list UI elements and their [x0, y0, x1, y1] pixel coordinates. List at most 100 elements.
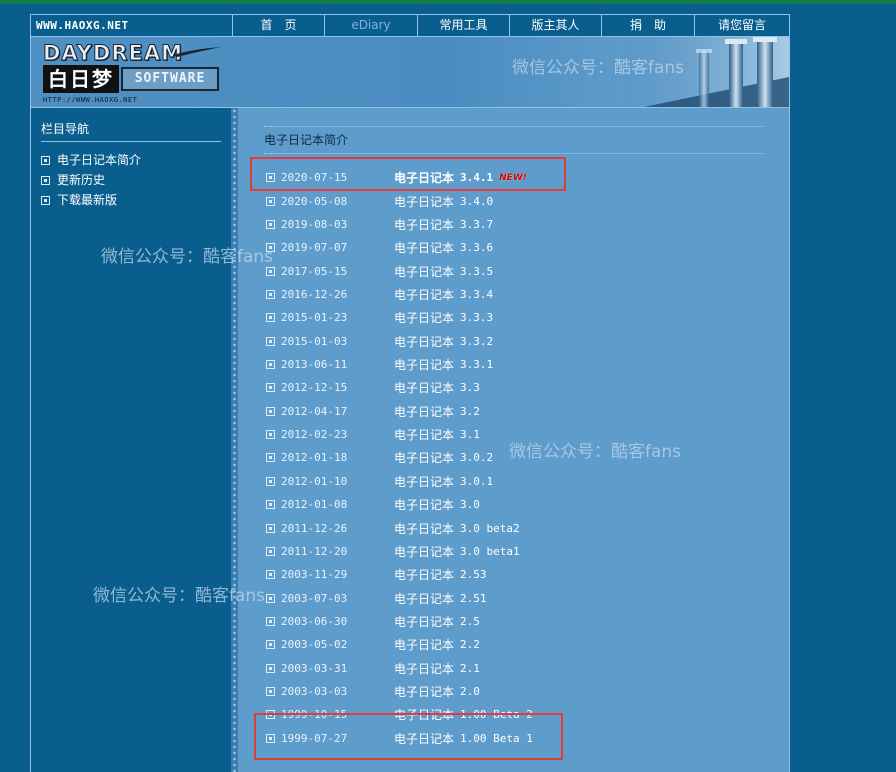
version-product-name[interactable]: 电子日记本	[394, 426, 454, 443]
version-product-name[interactable]: 电子日记本	[394, 379, 454, 396]
version-row[interactable]: 2019-07-07 电子日记本 3.3.6	[266, 236, 533, 259]
version-product-name[interactable]: 电子日记本	[394, 473, 454, 490]
version-number[interactable]: 2.5	[460, 615, 480, 628]
version-row[interactable]: 2016-12-26 电子日记本 3.3.4	[266, 283, 533, 306]
version-row[interactable]: 2012-02-23 电子日记本 3.1	[266, 423, 533, 446]
version-row[interactable]: 2012-01-10 电子日记本 3.0.1	[266, 470, 533, 493]
version-number[interactable]: 2.1	[460, 662, 480, 675]
version-product-name[interactable]: 电子日记本	[394, 333, 454, 350]
version-number[interactable]: 3.3.6	[460, 241, 493, 254]
version-product-name[interactable]: 电子日记本	[394, 193, 454, 210]
version-product-name[interactable]: 电子日记本	[394, 730, 454, 747]
square-bullet-icon	[266, 687, 275, 697]
nav-tools[interactable]: 常用工具	[418, 15, 510, 36]
sidebar-item-label: 电子日记本简介	[57, 153, 142, 167]
version-number[interactable]: 3.2	[460, 405, 480, 418]
version-number[interactable]: 3.0.1	[460, 475, 493, 488]
version-product-name[interactable]: 电子日记本	[394, 169, 454, 186]
version-row[interactable]: 2012-01-18 电子日记本 3.0.2	[266, 446, 533, 469]
version-product-name[interactable]: 电子日记本	[394, 263, 454, 280]
version-product-name[interactable]: 电子日记本	[394, 543, 454, 560]
square-bullet-icon	[266, 710, 275, 720]
version-product-name[interactable]: 电子日记本	[394, 286, 454, 303]
version-product-name[interactable]: 电子日记本	[394, 496, 454, 513]
version-product-name[interactable]: 电子日记本	[394, 356, 454, 373]
square-bullet-icon	[266, 476, 275, 486]
version-product-name[interactable]: 电子日记本	[394, 216, 454, 233]
version-date: 2003-11-29	[281, 568, 348, 582]
square-bullet-icon	[266, 313, 275, 323]
version-product-name[interactable]: 电子日记本	[394, 613, 454, 630]
version-row[interactable]: 2012-12-15 电子日记本 3.3	[266, 376, 533, 399]
version-date: 2012-12-15	[281, 381, 348, 395]
version-number[interactable]: 1.00 Beta 1	[460, 732, 533, 745]
version-number[interactable]: 3.3.3	[460, 311, 493, 324]
version-product-name[interactable]: 电子日记本	[394, 636, 454, 653]
sidebar-item-intro[interactable]: 电子日记本简介	[41, 150, 141, 170]
version-product-name[interactable]: 电子日记本	[394, 590, 454, 607]
version-product-name[interactable]: 电子日记本	[394, 706, 454, 723]
version-date: 2011-12-20	[281, 544, 348, 558]
version-row[interactable]: 2015-01-03 电子日记本 3.3.2	[266, 330, 533, 353]
version-date: 2015-01-23	[281, 311, 348, 325]
version-number[interactable]: 3.3.4	[460, 288, 493, 301]
version-product-name[interactable]: 电子日记本	[394, 309, 454, 326]
version-number[interactable]: 3.3.2	[460, 335, 493, 348]
page-frame: WWW.HAOXG.NET 首 页 eDiary 常用工具 版主其人 捐 助 请…	[30, 14, 790, 772]
version-product-name[interactable]: 电子日记本	[394, 683, 454, 700]
top-strip	[0, 0, 896, 4]
version-row[interactable]: 2003-07-03 电子日记本 2.51	[266, 586, 533, 609]
version-product-name[interactable]: 电子日记本	[394, 449, 454, 466]
version-row[interactable]: 2003-03-31 电子日记本 2.1	[266, 657, 533, 680]
version-row[interactable]: 2012-01-08 电子日记本 3.0	[266, 493, 533, 516]
version-number[interactable]: 2.2	[460, 638, 480, 651]
version-number[interactable]: 3.0.2	[460, 451, 493, 464]
nav-about-admin[interactable]: 版主其人	[510, 15, 602, 36]
version-row[interactable]: 2003-05-02 电子日记本 2.2	[266, 633, 533, 656]
version-number[interactable]: 2.53	[460, 568, 487, 581]
version-number[interactable]: 3.0 beta1	[460, 545, 520, 558]
version-row[interactable]: 2013-06-11 电子日记本 3.3.1	[266, 353, 533, 376]
version-row[interactable]: 2017-05-15 电子日记本 3.3.5	[266, 259, 533, 282]
version-row[interactable]: 1999-07-27 电子日记本 1.00 Beta 1	[266, 727, 533, 750]
version-row[interactable]: 2003-03-03 电子日记本 2.0	[266, 680, 533, 703]
nav-home[interactable]: 首 页	[233, 15, 325, 36]
square-bullet-icon	[266, 406, 275, 416]
version-row[interactable]: 2011-12-20 电子日记本 3.0 beta1	[266, 540, 533, 563]
version-product-name[interactable]: 电子日记本	[394, 566, 454, 583]
version-row[interactable]: 2019-08-03 电子日记本 3.3.7	[266, 213, 533, 236]
version-product-name[interactable]: 电子日记本	[394, 520, 454, 537]
version-number[interactable]: 3.3.5	[460, 265, 493, 278]
version-date: 2019-07-07	[281, 241, 348, 255]
version-product-name[interactable]: 电子日记本	[394, 660, 454, 677]
version-number[interactable]: 2.0	[460, 685, 480, 698]
version-row[interactable]: 1999-10-15 电子日记本 1.00 Beta 2	[266, 703, 533, 726]
version-number[interactable]: 3.3	[460, 381, 480, 394]
version-number[interactable]: 3.1	[460, 428, 480, 441]
version-number[interactable]: 3.4.1	[460, 171, 493, 184]
version-product-name[interactable]: 电子日记本	[394, 239, 454, 256]
version-date: 2013-06-11	[281, 358, 348, 372]
version-row[interactable]: 2003-11-29 电子日记本 2.53	[266, 563, 533, 586]
version-row[interactable]: 2015-01-23 电子日记本 3.3.3	[266, 306, 533, 329]
version-row[interactable]: 2012-04-17 电子日记本 3.2	[266, 400, 533, 423]
nav-guestbook[interactable]: 请您留言	[695, 15, 789, 36]
version-number[interactable]: 3.4.0	[460, 195, 493, 208]
version-number[interactable]: 3.3.1	[460, 358, 493, 371]
version-row[interactable]: 2003-06-30 电子日记本 2.5	[266, 610, 533, 633]
sidebar-item-download[interactable]: 下载最新版	[41, 190, 141, 210]
version-row[interactable]: 2020-05-08 电子日记本 3.4.0	[266, 189, 533, 212]
version-number[interactable]: 2.51	[460, 592, 487, 605]
version-row[interactable]: 2020-07-15 电子日记本 3.4.1 NEW!	[266, 166, 533, 189]
nav-donate[interactable]: 捐 助	[602, 15, 695, 36]
version-number[interactable]: 3.3.7	[460, 218, 493, 231]
nav-ediary[interactable]: eDiary	[325, 15, 418, 36]
version-product-name[interactable]: 电子日记本	[394, 403, 454, 420]
sidebar-item-history[interactable]: 更新历史	[41, 170, 141, 190]
site-url: WWW.HAOXG.NET	[31, 15, 233, 36]
version-row[interactable]: 2011-12-26 电子日记本 3.0 beta2	[266, 516, 533, 539]
daydream-logo[interactable]: DAYDREAM 白日梦 SOFTWARE HTTP://WWW.HAOXG.N…	[41, 41, 221, 105]
version-number[interactable]: 3.0 beta2	[460, 522, 520, 535]
version-number[interactable]: 1.00 Beta 2	[460, 708, 533, 721]
version-number[interactable]: 3.0	[460, 498, 480, 511]
